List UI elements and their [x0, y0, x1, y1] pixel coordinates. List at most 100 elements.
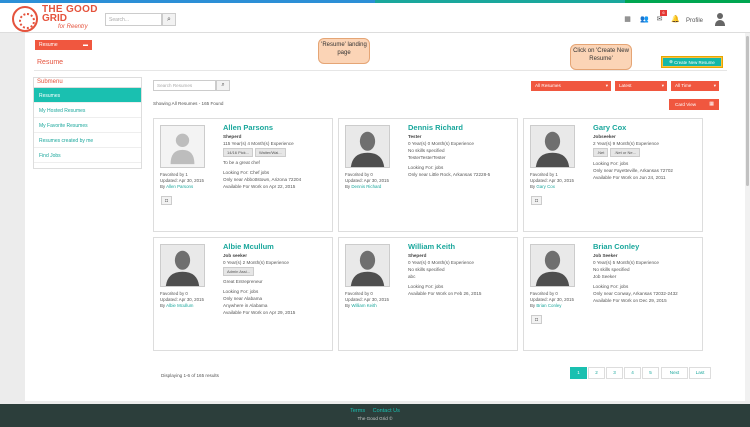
resume-photo[interactable] [345, 244, 390, 287]
filter-latest-label: Latest [619, 83, 632, 88]
resume-card[interactable]: Favorited by 0 Updated: Apr 30, 2015 By Br… [523, 237, 703, 351]
submenu-item-find-jobs[interactable]: Find Jobs [34, 148, 141, 163]
resume-note: abc [408, 274, 416, 279]
card-view-button[interactable]: Card View ▦ [669, 99, 719, 110]
create-new-resume-button[interactable]: ⊕ Create New Resume [661, 56, 723, 68]
resume-search-button[interactable]: ⌕ [216, 80, 230, 91]
card-view-label: Card View [675, 102, 697, 107]
pagination-item[interactable]: 2 [588, 367, 605, 379]
resume-card[interactable]: Favorited by 1 Updated: Apr 30, 2015 By Al… [153, 118, 333, 232]
results-summary: Showing All Resumes - 165 Found [153, 101, 224, 106]
resume-role: Sheperd [408, 253, 427, 258]
user-avatar-icon[interactable] [713, 12, 727, 26]
resume-photo[interactable] [160, 125, 205, 168]
looking-for: Looking For: jobs [223, 289, 259, 294]
footer: Terms Contact Us The Good Grid © [0, 404, 750, 427]
author-link[interactable]: Albie Mcullum [166, 303, 193, 308]
availability: Available For Work on Apr 22, 2015 [223, 184, 296, 189]
author-link[interactable]: Allen Parsons [166, 184, 193, 189]
submenu-item-favorites[interactable]: My Favorite Resumes [34, 118, 141, 133]
resume-note: Great Entrepreneur [223, 279, 263, 284]
resume-experience: 0 Year(s) 0 Month(s) Experience [408, 260, 474, 265]
callout-create-resume: Click on 'Create New Resume' [570, 44, 632, 70]
resume-note: TesterTesterTester [408, 155, 446, 160]
by-prefix: By [160, 303, 166, 308]
resume-card[interactable]: Favorited by 0 Updated: Apr 30, 2015 By Al… [153, 237, 333, 351]
submenu-item-resumes[interactable]: Resumes [34, 88, 141, 103]
header-search-input[interactable]: Search... [105, 13, 162, 26]
logo-line-3: for Reentry [58, 24, 88, 30]
submenu: Submenu Resumes My Hosted Resumes My Fav… [33, 77, 142, 169]
profile-link[interactable]: Profile [686, 18, 703, 24]
looking-for: Looking For: jobs [593, 284, 629, 289]
footer-link-terms[interactable]: Terms [350, 408, 365, 414]
resume-experience: 0 Year(s) 0 Month(s) Experience [408, 141, 474, 146]
scrollbar-thumb[interactable] [746, 36, 749, 186]
search-icon: ⌕ [167, 15, 171, 23]
resume-menu-button[interactable]: Resume ▬ [35, 40, 92, 50]
resume-name[interactable]: Dennis Richard [408, 123, 516, 133]
resume-photo[interactable] [345, 125, 390, 168]
resume-note: No skills specified [408, 267, 445, 272]
author-link[interactable]: Brian Conley [536, 303, 561, 308]
only-near: Only near Alabama [223, 296, 263, 301]
skill-tag: Waiter/Wai... [255, 148, 286, 157]
submenu-item-created[interactable]: Resumes created by me [34, 133, 141, 148]
resume-name[interactable]: Albie Mcullum [223, 242, 331, 252]
looking-for: Looking For: jobs [408, 165, 444, 170]
resume-photo[interactable] [530, 125, 575, 168]
grid-icon[interactable]: ▦ [624, 16, 631, 23]
author-link[interactable]: Dennis Richard [351, 184, 381, 189]
resume-note: No skills specified [408, 148, 445, 153]
callout-landing-page: 'Resume' landing page [318, 38, 370, 64]
resume-photo[interactable] [160, 244, 205, 287]
resume-role: Jobseeker [593, 134, 616, 139]
filter-all-time[interactable]: All Time ▾ [671, 81, 719, 91]
resume-name[interactable]: Gary Cox [593, 123, 701, 133]
logo[interactable]: THE GOOD GRID for Reentry [12, 5, 98, 32]
pagination-item[interactable]: 3 [606, 367, 623, 379]
bell-icon[interactable]: 🔔 [671, 16, 680, 23]
resume-card[interactable]: Favorited by 0 Updated: Apr 30, 2015 By De… [338, 118, 518, 232]
filter-all-resumes[interactable]: All Resumes ▾ [531, 81, 611, 91]
camera-icon[interactable]: ◘ [531, 315, 542, 324]
app-header: THE GOOD GRID for Reentry Search... ⌕ ▦ … [0, 3, 750, 33]
submenu-item-hosted[interactable]: My Hosted Resumes [34, 103, 141, 118]
only-near: Only near Abbottstown, Arizona 72204 [223, 177, 302, 182]
author-link[interactable]: Gary Cox [536, 184, 555, 189]
camera-icon[interactable]: ◘ [161, 196, 172, 205]
skill-tag: Admin Assi... [223, 267, 255, 276]
resume-name[interactable]: Allen Parsons [223, 123, 331, 133]
resume-experience: 0 Year(s) 2 Month(s) Experience [223, 260, 289, 265]
submenu-title: Submenu [34, 78, 141, 88]
author-link[interactable]: William Keith [351, 303, 376, 308]
mail-icon[interactable]: ✉ [656, 16, 663, 23]
availability-date: Available For Work on Apr 29, 2015 [223, 310, 296, 315]
resume-name[interactable]: Brian Conley [593, 242, 701, 252]
only-near: Only near Little Rock, Arkansas 72228-5 [408, 172, 491, 177]
resume-experience: 0 Year(s) 5 Month(s) Experience [593, 260, 659, 265]
pagination-item[interactable]: Next [661, 367, 688, 379]
pagination-item[interactable]: Last [689, 367, 711, 379]
resume-search-input[interactable]: Search Resumes [153, 80, 216, 91]
resume-card[interactable]: Favorited by 1 Updated: Apr 30, 2015 By Ga… [523, 118, 703, 232]
pagination-item[interactable]: 1 [570, 367, 587, 379]
chevron-down-icon: ▾ [713, 83, 716, 88]
filter-all-resumes-label: All Resumes [535, 83, 561, 88]
resume-card[interactable]: Favorited by 0 Updated: Apr 30, 2015 By Wi… [338, 237, 518, 351]
search-icon: ⌕ [221, 82, 225, 88]
resume-photo[interactable] [530, 244, 575, 287]
pagination-item[interactable]: 4 [624, 367, 641, 379]
resume-note: Job Seeker [593, 274, 617, 279]
filter-latest[interactable]: Latest ▾ [615, 81, 667, 91]
by-prefix: By [530, 303, 536, 308]
header-search-button[interactable]: ⌕ [162, 13, 176, 26]
footer-link-contact[interactable]: Contact Us [373, 408, 400, 414]
users-icon[interactable]: 👥 [640, 16, 649, 23]
grid-icon: ▦ [709, 101, 714, 107]
camera-icon[interactable]: ◘ [531, 196, 542, 205]
logo-line-2: GRID [42, 13, 67, 24]
resume-name[interactable]: William Keith [408, 242, 516, 252]
pagination-item[interactable]: 5 [642, 367, 659, 379]
divider [34, 70, 727, 71]
